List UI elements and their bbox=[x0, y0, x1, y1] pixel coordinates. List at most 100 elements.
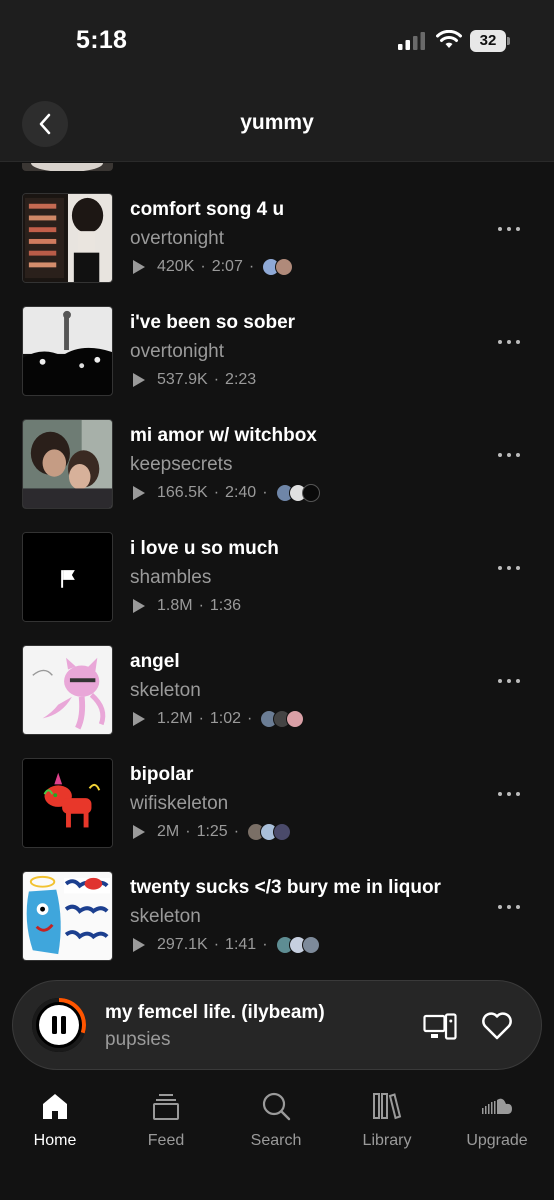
track-artwork bbox=[22, 758, 113, 848]
pause-button[interactable] bbox=[30, 996, 88, 1054]
soundcloud-icon bbox=[482, 1098, 512, 1114]
track-duration: 2:07 bbox=[211, 258, 243, 275]
track-artwork bbox=[22, 871, 113, 961]
track-artist[interactable]: keepsecrets bbox=[130, 454, 232, 476]
more-options-button[interactable] bbox=[498, 453, 520, 459]
reposter-avatars bbox=[247, 823, 292, 841]
play-count-icon bbox=[133, 825, 145, 839]
more-options-button[interactable] bbox=[498, 905, 520, 911]
track-row[interactable]: mi amor w/ witchbox keepsecrets 166.5K ·… bbox=[0, 419, 554, 532]
track-meta: 2M · 1:25 · bbox=[133, 822, 292, 842]
play-count-icon bbox=[133, 599, 145, 613]
track-meta: 166.5K · 2:40 · bbox=[133, 483, 320, 503]
reposter-avatars bbox=[275, 936, 320, 954]
track-title: bipolar bbox=[130, 764, 194, 785]
cast-devices-icon[interactable] bbox=[423, 1013, 457, 1041]
wifi-icon bbox=[436, 30, 462, 48]
now-playing-artist: pupsies bbox=[105, 1029, 171, 1050]
reposter-avatars bbox=[262, 258, 294, 276]
play-count-icon bbox=[133, 373, 145, 387]
track-row[interactable]: i love u so much shambles 1.8M · 1:36 bbox=[0, 532, 554, 645]
play-count: 1.8M bbox=[157, 597, 193, 614]
mini-player[interactable]: my femcel life. (ilybeam) pupsies bbox=[12, 980, 542, 1070]
track-artist[interactable]: skeleton bbox=[130, 906, 201, 928]
reposter-avatars bbox=[275, 484, 320, 502]
track-duration: 1:36 bbox=[209, 597, 242, 614]
status-time: 5:18 bbox=[76, 26, 128, 54]
now-playing-title: my femcel life. (ilybeam) bbox=[105, 1002, 325, 1023]
tab-library[interactable]: Library bbox=[332, 1090, 442, 1150]
tab-search[interactable]: Search bbox=[221, 1090, 331, 1150]
track-artwork-partial bbox=[22, 163, 113, 171]
track-title: i've been so sober bbox=[130, 312, 296, 333]
bottom-tab-bar: Home Feed Search Library Upgrade bbox=[0, 1070, 554, 1200]
reposter-avatars bbox=[260, 710, 305, 728]
track-row[interactable]: twenty sucks </3 bury me in liquor skele… bbox=[0, 871, 554, 980]
more-options-button[interactable] bbox=[498, 340, 520, 346]
more-options-button[interactable] bbox=[498, 792, 520, 798]
track-title: i love u so much bbox=[130, 538, 279, 559]
page-title: yummy bbox=[240, 111, 314, 134]
play-count-icon bbox=[133, 712, 145, 726]
tab-feed[interactable]: Feed bbox=[111, 1090, 221, 1150]
track-duration: 1:41 bbox=[225, 936, 257, 953]
track-artist[interactable]: overtonight bbox=[130, 228, 224, 250]
play-count: 2M bbox=[157, 823, 180, 840]
track-title: angel bbox=[130, 651, 180, 672]
more-options-button[interactable] bbox=[498, 227, 520, 233]
feed-icon bbox=[153, 1094, 179, 1120]
play-count-icon bbox=[133, 260, 145, 274]
track-duration: 2:40 bbox=[225, 484, 257, 501]
home-icon bbox=[43, 1094, 67, 1119]
track-row[interactable]: i've been so sober overtonight 537.9K · … bbox=[0, 306, 554, 419]
search-icon bbox=[262, 1092, 291, 1121]
track-row[interactable]: comfort song 4 u overtonight 420K · 2:07… bbox=[0, 193, 554, 306]
track-list[interactable]: comfort song 4 u overtonight 420K · 2:07… bbox=[0, 163, 554, 980]
battery-icon: 32 bbox=[470, 30, 510, 52]
status-bar: 5:18 32 bbox=[0, 0, 554, 84]
play-count-icon bbox=[133, 486, 145, 500]
track-meta: 1.2M · 1:02 · bbox=[133, 709, 305, 729]
track-meta: 537.9K · 2:23 bbox=[133, 370, 256, 390]
track-artwork bbox=[22, 532, 113, 622]
tab-label: Search bbox=[250, 1132, 302, 1149]
play-count: 420K bbox=[157, 258, 195, 275]
more-options-button[interactable] bbox=[498, 679, 520, 685]
track-duration: 1:02 bbox=[209, 710, 242, 727]
track-row[interactable]: bipolar wifiskeleton 2M · 1:25 · bbox=[0, 758, 554, 871]
track-title: twenty sucks </3 bury me in liquor bbox=[130, 877, 441, 898]
library-icon bbox=[373, 1093, 402, 1120]
like-heart-icon[interactable] bbox=[481, 1011, 513, 1041]
play-count: 537.9K bbox=[157, 371, 208, 388]
track-artist[interactable]: skeleton bbox=[130, 680, 201, 702]
track-artwork bbox=[22, 193, 113, 283]
track-meta: 297.1K · 1:41 · bbox=[133, 935, 320, 955]
track-title: mi amor w/ witchbox bbox=[130, 425, 317, 446]
track-artwork bbox=[22, 419, 113, 509]
tab-label: Feed bbox=[147, 1132, 185, 1149]
track-title: comfort song 4 u bbox=[130, 199, 285, 220]
tab-label: Upgrade bbox=[466, 1132, 528, 1149]
track-duration: 1:25 bbox=[196, 823, 228, 840]
track-artwork bbox=[22, 645, 113, 735]
pause-icon bbox=[52, 1016, 57, 1034]
track-artist[interactable]: wifiskeleton bbox=[130, 793, 228, 815]
play-count: 297.1K bbox=[157, 936, 208, 953]
more-options-button[interactable] bbox=[498, 566, 520, 572]
play-count: 1.2M bbox=[157, 710, 193, 727]
track-artist[interactable]: overtonight bbox=[130, 341, 224, 363]
battery-level: 32 bbox=[470, 30, 506, 52]
track-duration: 2:23 bbox=[225, 371, 257, 388]
playlist-header: yummy bbox=[0, 84, 554, 162]
cellular-signal-icon bbox=[398, 32, 425, 50]
track-artwork bbox=[22, 306, 113, 396]
tab-label: Home bbox=[33, 1132, 77, 1149]
tab-home[interactable]: Home bbox=[0, 1090, 110, 1150]
tab-upgrade[interactable]: Upgrade bbox=[442, 1090, 552, 1150]
track-meta: 1.8M · 1:36 bbox=[133, 596, 241, 616]
track-row[interactable]: angel skeleton 1.2M · 1:02 · bbox=[0, 645, 554, 758]
tab-label: Library bbox=[362, 1132, 412, 1149]
track-artist[interactable]: shambles bbox=[130, 567, 211, 589]
play-count-icon bbox=[133, 938, 145, 952]
track-meta: 420K · 2:07 · bbox=[133, 257, 294, 277]
